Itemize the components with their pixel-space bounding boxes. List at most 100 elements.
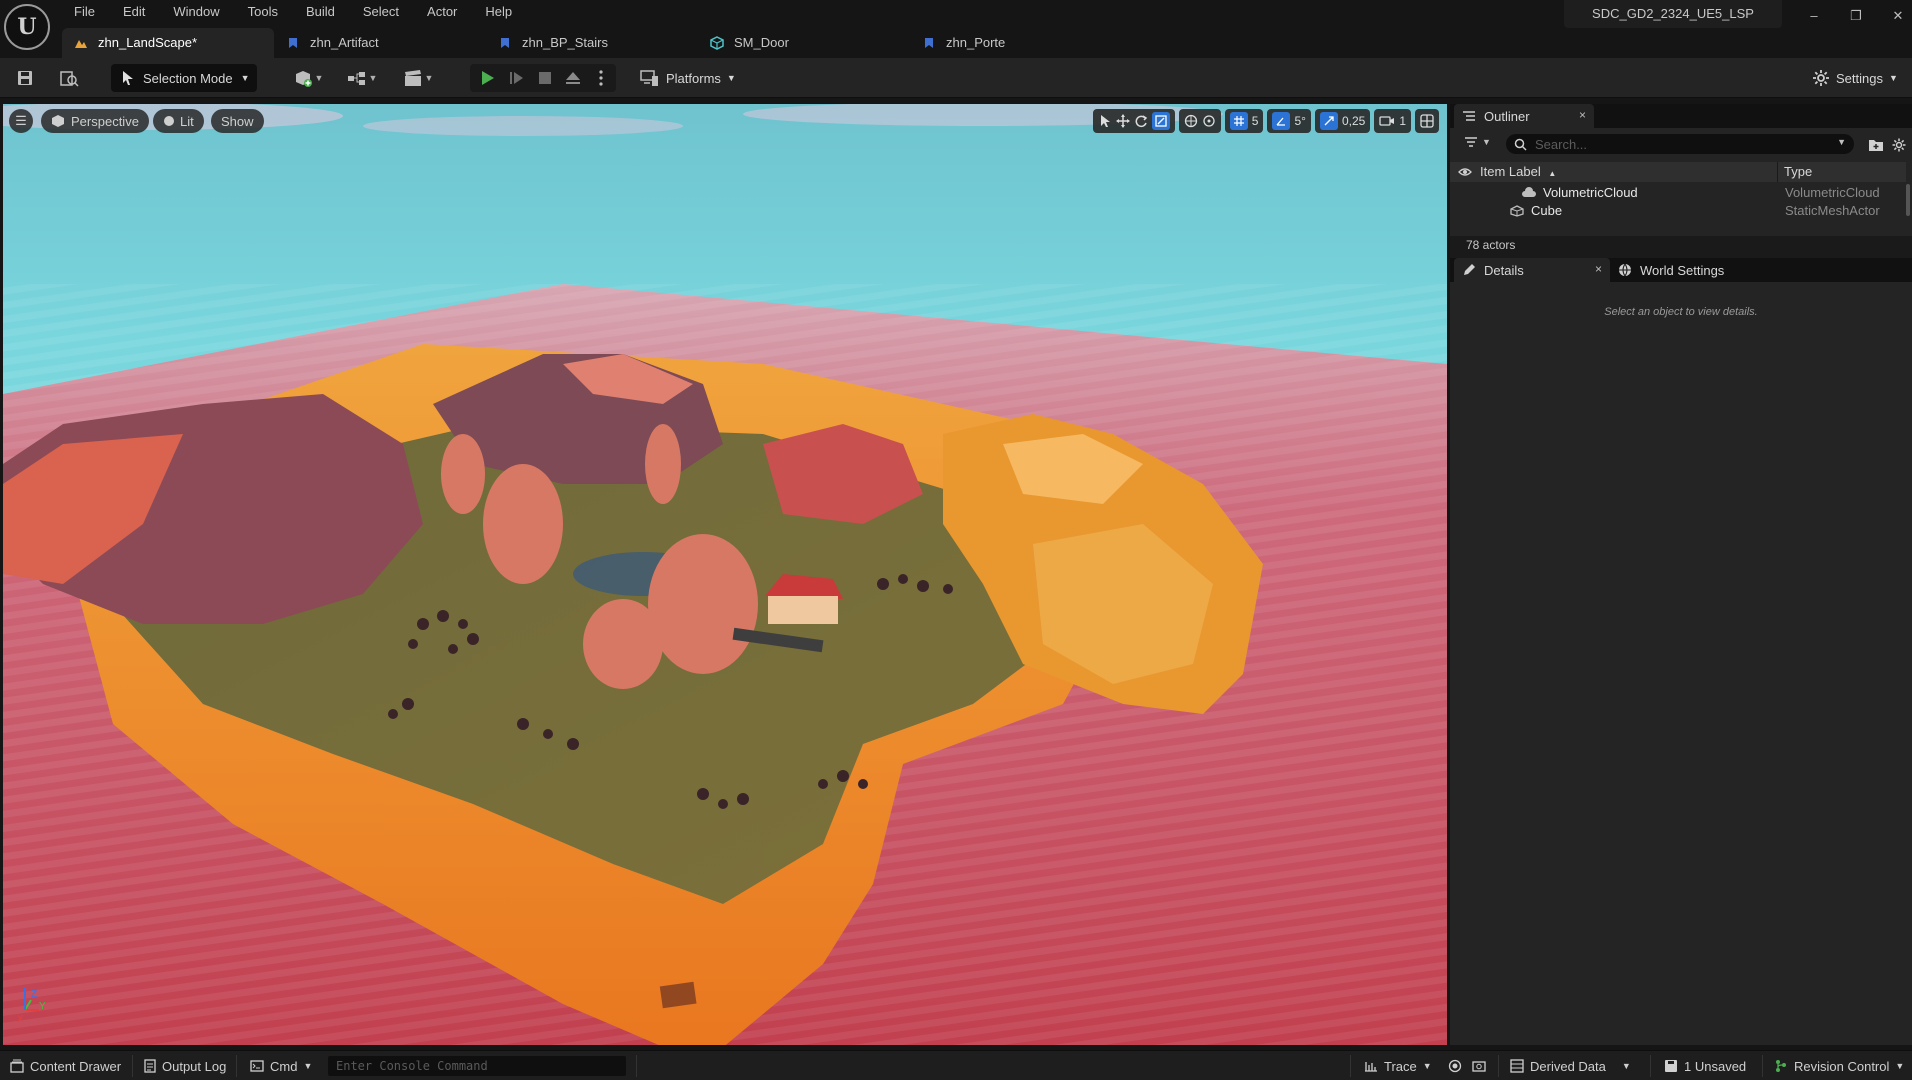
- menu-tools[interactable]: Tools: [234, 0, 292, 24]
- selection-mode-dropdown[interactable]: Selection Mode ▼: [111, 64, 257, 92]
- outliner-header: Outliner ×: [1450, 104, 1912, 128]
- trace-dropdown[interactable]: Trace ▼: [1364, 1051, 1432, 1080]
- menu-build[interactable]: Build: [292, 0, 349, 24]
- unsaved-files-icon: [1665, 1060, 1677, 1072]
- more-options-icon[interactable]: [590, 67, 612, 89]
- console-command-input[interactable]: [328, 1056, 626, 1076]
- tab-outliner[interactable]: Outliner ×: [1454, 104, 1594, 128]
- cmd-dropdown[interactable]: Cmd ▼: [250, 1051, 312, 1080]
- cinematics-button[interactable]: ▼: [398, 67, 438, 89]
- surface-snap-icon[interactable]: [1202, 114, 1216, 128]
- platforms-dropdown[interactable]: Platforms ▼: [640, 64, 736, 92]
- outliner-row[interactable]: VolumetricCloud VolumetricCloud: [1450, 184, 1906, 202]
- add-folder-icon[interactable]: [1868, 138, 1884, 152]
- lit-button[interactable]: Lit: [153, 109, 204, 133]
- scale-snap-value[interactable]: 0,25: [1342, 114, 1365, 128]
- settings-label: Settings: [1836, 70, 1883, 86]
- rotation-snap-group[interactable]: 5°: [1267, 109, 1311, 133]
- screenshot-icon[interactable]: [1472, 1059, 1486, 1073]
- tab-zhn-porte[interactable]: zhn_Porte: [910, 28, 1122, 58]
- blueprint-menu-button[interactable]: ▼: [342, 67, 382, 89]
- database-icon: [1510, 1059, 1524, 1073]
- tab-zhn-artifact[interactable]: zhn_Artifact: [274, 28, 486, 58]
- tab-zhn-bp-stairs[interactable]: zhn_BP_Stairs: [486, 28, 698, 58]
- maximize-button[interactable]: ❐: [1842, 4, 1870, 28]
- eject-icon[interactable]: [562, 67, 584, 89]
- sort-ascending-icon: ▲: [1548, 169, 1557, 178]
- divider: [636, 1055, 637, 1077]
- play-icon[interactable]: [476, 67, 498, 89]
- outliner-scrollbar[interactable]: [1906, 184, 1910, 216]
- unsaved-button[interactable]: 1 Unsaved: [1664, 1051, 1746, 1080]
- column-divider[interactable]: [1777, 162, 1778, 182]
- close-window-button[interactable]: ✕: [1884, 4, 1912, 28]
- search-input[interactable]: [1535, 136, 1825, 152]
- grid-snap-group[interactable]: 5: [1224, 109, 1264, 133]
- close-icon[interactable]: ×: [1595, 262, 1602, 276]
- scale-icon[interactable]: [1151, 112, 1170, 130]
- settings-dropdown[interactable]: Settings ▼: [1812, 64, 1898, 92]
- add-actor-button[interactable]: ▼: [288, 67, 328, 89]
- menu-select[interactable]: Select: [349, 0, 413, 24]
- filter-button[interactable]: ▼: [1464, 136, 1491, 148]
- outliner-row[interactable]: Cube StaticMeshActor: [1450, 202, 1906, 220]
- camera-speed-group[interactable]: 1: [1374, 109, 1411, 133]
- close-icon[interactable]: ×: [1579, 108, 1586, 122]
- scene-render[interactable]: [3, 104, 1447, 1045]
- visibility-eye-icon[interactable]: [1458, 167, 1472, 177]
- outliner-search[interactable]: ▼: [1506, 134, 1854, 154]
- perspective-button[interactable]: Perspective: [41, 109, 149, 133]
- world-space-icon[interactable]: [1184, 114, 1198, 128]
- rotation-snap-icon[interactable]: [1272, 112, 1291, 130]
- details-empty-hint: Select an object to view details.: [1604, 306, 1758, 318]
- tab-zhn-landscape[interactable]: zhn_LandScape*: [62, 28, 274, 58]
- save-icon[interactable]: [14, 67, 36, 89]
- viewport-layout-button[interactable]: [1415, 109, 1439, 133]
- minimize-button[interactable]: –: [1800, 4, 1828, 28]
- col-type[interactable]: Type: [1784, 162, 1812, 182]
- menu-help[interactable]: Help: [471, 0, 526, 24]
- tab-sm-door[interactable]: SM_Door: [698, 28, 910, 58]
- browse-level-icon[interactable]: [58, 67, 80, 89]
- outliner-icon: [1463, 111, 1475, 121]
- menu-file[interactable]: File: [60, 0, 109, 24]
- rotate-icon[interactable]: [1134, 114, 1148, 128]
- menu-actor[interactable]: Actor: [413, 0, 471, 24]
- stop-icon[interactable]: [534, 67, 556, 89]
- viewport-options-button[interactable]: ☰: [9, 109, 33, 133]
- chevron-down-icon: ▼: [1482, 137, 1491, 147]
- unreal-logo[interactable]: U: [4, 4, 50, 50]
- col-item-label-text: Item Label: [1480, 164, 1541, 179]
- advance-frame-icon[interactable]: [506, 67, 528, 89]
- search-icon: [1514, 138, 1527, 151]
- coordinate-space-group: [1178, 109, 1221, 133]
- scale-snap-group[interactable]: 0,25: [1314, 109, 1371, 133]
- output-log-button[interactable]: Output Log: [144, 1051, 226, 1080]
- content-drawer-button[interactable]: Content Drawer: [10, 1051, 121, 1080]
- rotation-snap-value[interactable]: 5°: [1294, 114, 1305, 128]
- terminal-icon: [250, 1060, 264, 1072]
- tab-details[interactable]: Details ×: [1454, 258, 1610, 282]
- outliner-panel: ▼ ▼ Item Label ▲ Type VolumetricCloud Vo…: [1450, 128, 1912, 236]
- menu-edit[interactable]: Edit: [109, 0, 159, 24]
- show-button[interactable]: Show: [211, 109, 264, 133]
- add-actor-icon: [295, 71, 312, 87]
- grid-snap-icon[interactable]: [1229, 112, 1248, 130]
- translate-icon[interactable]: [1115, 114, 1130, 128]
- revision-control-dropdown[interactable]: Revision Control ▼: [1774, 1051, 1904, 1080]
- level-viewport[interactable]: Z Y X ☰ Perspective Lit Show 5 5° 0,25 1: [3, 104, 1447, 1045]
- grid-snap-value[interactable]: 5: [1252, 114, 1259, 128]
- tab-world-settings[interactable]: World Settings: [1618, 258, 1724, 282]
- scale-snap-icon[interactable]: [1319, 112, 1338, 130]
- derived-data-dropdown[interactable]: Derived Data ▼: [1510, 1051, 1631, 1080]
- chevron-down-icon[interactable]: ▼: [1837, 137, 1846, 147]
- level-icon: [75, 40, 87, 48]
- settings-gear-icon[interactable]: [1892, 138, 1906, 152]
- menu-window[interactable]: Window: [159, 0, 233, 24]
- cmd-label: Cmd: [270, 1058, 298, 1074]
- camera-speed-value[interactable]: 1: [1399, 114, 1406, 128]
- record-icon[interactable]: [1448, 1059, 1462, 1073]
- select-arrow-icon[interactable]: [1098, 114, 1112, 128]
- divider: [1650, 1055, 1651, 1077]
- col-item-label[interactable]: Item Label ▲: [1480, 162, 1556, 182]
